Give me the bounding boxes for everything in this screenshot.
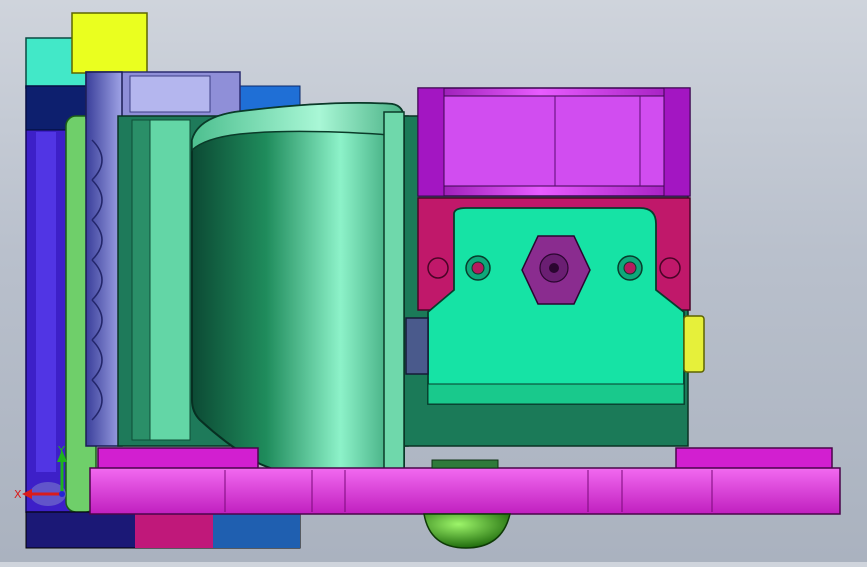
base-plate[interactable]	[89, 447, 841, 515]
hotend-block[interactable]	[427, 207, 685, 405]
mount-hole-right	[617, 255, 643, 281]
duct-shroud[interactable]	[191, 102, 405, 482]
mount-hole-left	[465, 255, 491, 281]
assembly-drawing: Y X	[14, 12, 841, 549]
slate-pin	[405, 317, 429, 375]
yellow-pin	[683, 315, 705, 373]
triad-x-label: X	[14, 488, 22, 501]
cad-viewport[interactable]: Y X	[0, 0, 867, 562]
yellow-block	[71, 12, 148, 74]
top-fan[interactable]	[417, 87, 691, 197]
triad-y-label: Y	[57, 444, 65, 457]
nozzle-ball[interactable]	[423, 513, 511, 549]
